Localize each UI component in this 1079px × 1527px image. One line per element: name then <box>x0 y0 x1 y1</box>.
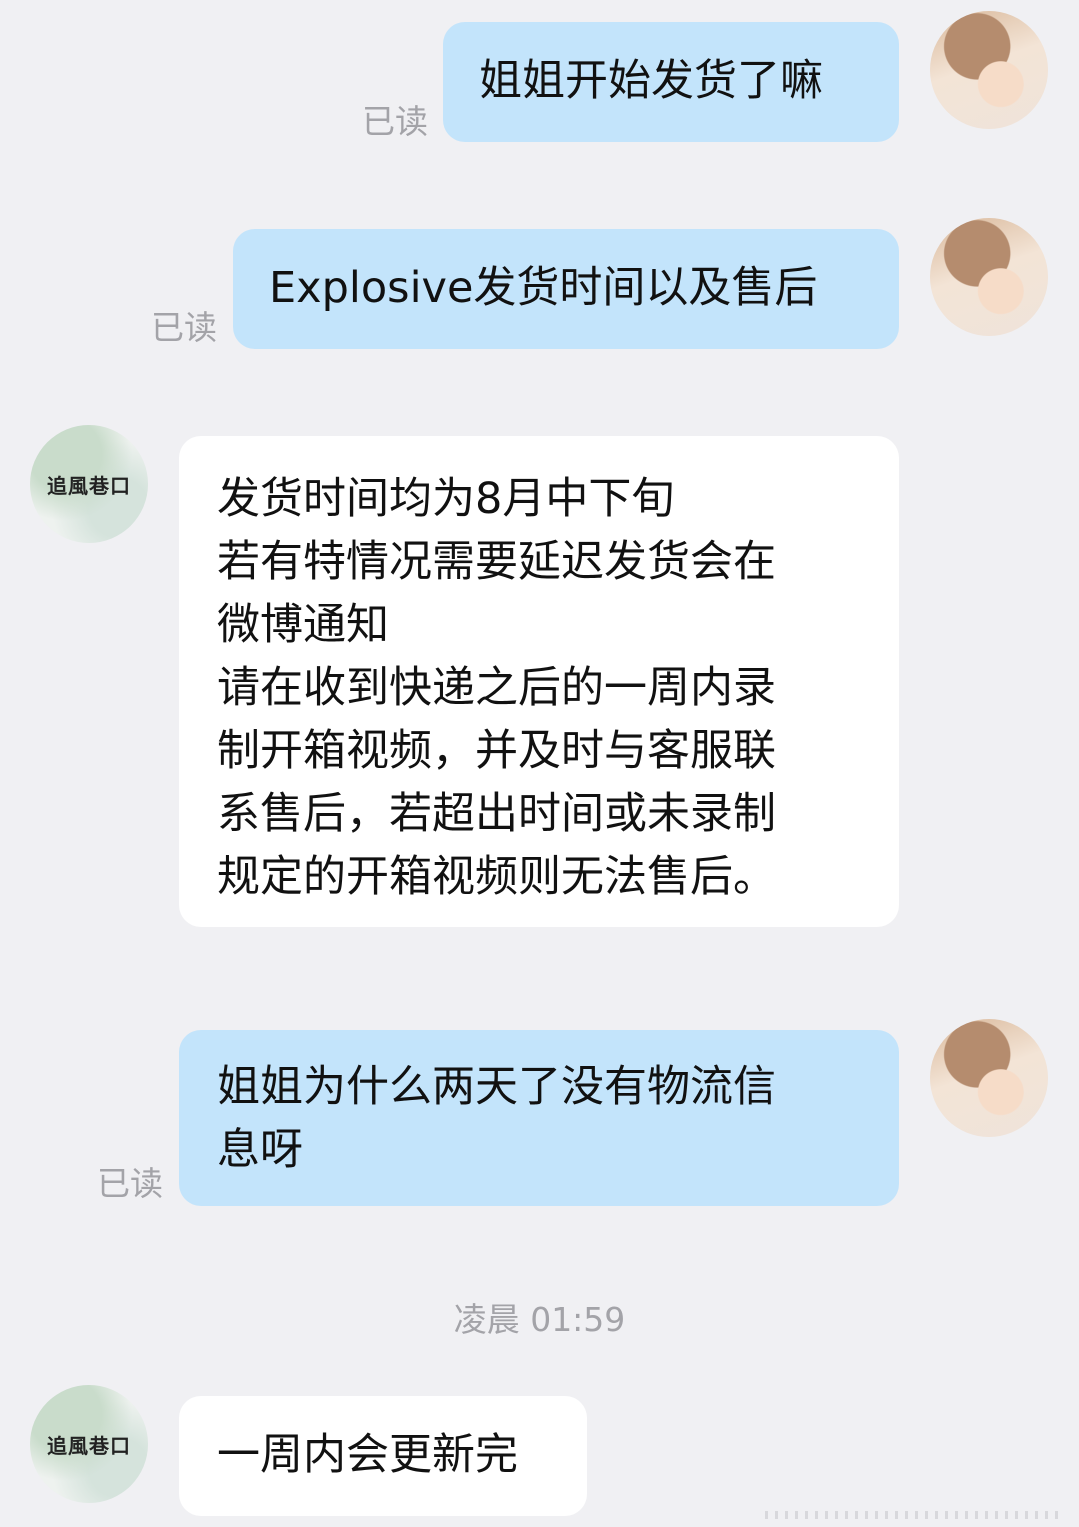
self-avatar[interactable] <box>930 218 1048 336</box>
shop-avatar-logo: 追風巷口 <box>47 473 131 498</box>
read-status: 已读 <box>151 308 217 347</box>
self-avatar[interactable] <box>930 11 1048 129</box>
shop-avatar-logo: 追風巷口 <box>47 1433 131 1458</box>
shop-avatar[interactable]: 追風巷口 <box>30 425 148 543</box>
message-bubble-sent[interactable]: Explosive发货时间以及售后 <box>233 229 899 349</box>
message-bubble-sent[interactable]: 姐姐开始发货了嘛 <box>443 22 899 142</box>
read-status: 已读 <box>362 102 428 141</box>
shop-avatar[interactable]: 追風巷口 <box>30 1385 148 1503</box>
self-avatar[interactable] <box>930 1019 1048 1137</box>
message-bubble-received[interactable]: 一周内会更新完 <box>179 1396 587 1516</box>
timestamp: 凌晨 01:59 <box>453 1300 626 1339</box>
message-bubble-sent[interactable]: 姐姐为什么两天了没有物流信 息呀 <box>179 1030 899 1206</box>
message-bubble-received[interactable]: 发货时间均为8月中下旬 若有特情况需要延迟发货会在 微博通知 请在收到快递之后的… <box>179 436 899 927</box>
scrollbar-decoration <box>765 1511 1065 1519</box>
read-status: 已读 <box>97 1164 163 1203</box>
